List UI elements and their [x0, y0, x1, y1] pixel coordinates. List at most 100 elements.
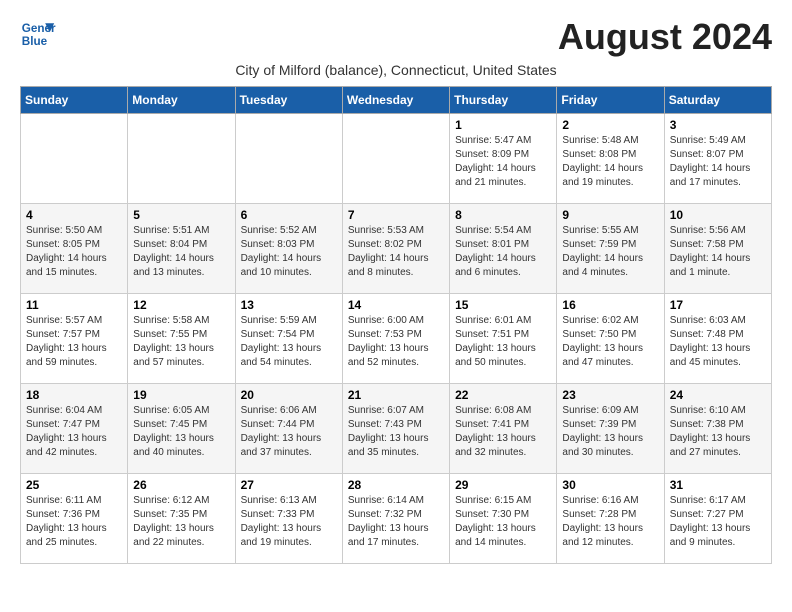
header-friday: Friday [557, 87, 664, 114]
day-info: Sunrise: 6:04 AM Sunset: 7:47 PM Dayligh… [26, 404, 122, 460]
calendar-cell: 19Sunrise: 6:05 AM Sunset: 7:45 PM Dayli… [128, 384, 235, 474]
calendar-cell: 4 Sunrise: 5:50 AM Sunset: 8:05 PM Daylig… [21, 204, 128, 294]
day-info: Sunrise: 6:09 AM Sunset: 7:39 PM Dayligh… [562, 404, 658, 460]
calendar-cell: 28 Sunrise: 6:14 AM Sunset: 7:32 PM Dayli… [342, 474, 449, 564]
day-number: 25 [26, 478, 122, 492]
day-info: Sunrise: 5:57 AM Sunset: 7:57 PM Dayligh… [26, 314, 122, 370]
day-number: 5 [133, 208, 229, 222]
day-info: Sunrise: 6:02 AM Sunset: 7:50 PM Dayligh… [562, 314, 658, 370]
day-number: 6 [241, 208, 337, 222]
svg-text:Blue: Blue [22, 35, 48, 48]
day-number: 21 [348, 388, 444, 402]
day-number: 16 [562, 298, 658, 312]
day-number: 15 [455, 298, 551, 312]
calendar-cell: 3Sunrise: 5:49 AM Sunset: 8:07 PM Daylig… [664, 114, 771, 204]
day-number: 26 [133, 478, 229, 492]
day-number: 7 [348, 208, 444, 222]
day-number: 8 [455, 208, 551, 222]
day-info: Sunrise: 6:10 AM Sunset: 7:38 PM Dayligh… [670, 404, 766, 460]
day-info: Sunrise: 5:50 AM Sunset: 8:05 PM Dayligh… [26, 224, 122, 280]
calendar-cell: 13 Sunrise: 5:59 AM Sunset: 7:54 PM Dayli… [235, 294, 342, 384]
calendar-cell: 20 Sunrise: 6:06 AM Sunset: 7:44 PM Dayli… [235, 384, 342, 474]
calendar-cell: 21 Sunrise: 6:07 AM Sunset: 7:43 PM Dayli… [342, 384, 449, 474]
day-info: Sunrise: 5:52 AM Sunset: 8:03 PM Dayligh… [241, 224, 337, 280]
day-number: 12 [133, 298, 229, 312]
day-info: Sunrise: 5:58 AM Sunset: 7:55 PM Dayligh… [133, 314, 229, 370]
calendar-cell: 1 Sunrise: 5:47 AM Sunset: 8:09 PM Daylig… [450, 114, 557, 204]
day-info: Sunrise: 5:48 AM Sunset: 8:08 PM Dayligh… [562, 134, 658, 190]
header-thursday: Thursday [450, 87, 557, 114]
day-number: 28 [348, 478, 444, 492]
day-info: Sunrise: 5:56 AM Sunset: 7:58 PM Dayligh… [670, 224, 766, 280]
calendar-cell: 16 Sunrise: 6:02 AM Sunset: 7:50 PM Dayli… [557, 294, 664, 384]
day-info: Sunrise: 6:11 AM Sunset: 7:36 PM Dayligh… [26, 494, 122, 550]
calendar-week-2: 4 Sunrise: 5:50 AM Sunset: 8:05 PM Daylig… [21, 204, 772, 294]
header-wednesday: Wednesday [342, 87, 449, 114]
day-info: Sunrise: 6:08 AM Sunset: 7:41 PM Dayligh… [455, 404, 551, 460]
day-number: 17 [670, 298, 766, 312]
calendar-cell: 31Sunrise: 6:17 AM Sunset: 7:27 PM Dayli… [664, 474, 771, 564]
day-number: 14 [348, 298, 444, 312]
calendar-cell: 29 Sunrise: 6:15 AM Sunset: 7:30 PM Dayli… [450, 474, 557, 564]
day-number: 1 [455, 118, 551, 132]
day-info: Sunrise: 6:15 AM Sunset: 7:30 PM Dayligh… [455, 494, 551, 550]
calendar-cell [128, 114, 235, 204]
calendar-cell: 24 Sunrise: 6:10 AM Sunset: 7:38 PM Dayli… [664, 384, 771, 474]
calendar-cell: 7Sunrise: 5:53 AM Sunset: 8:02 PM Daylig… [342, 204, 449, 294]
day-info: Sunrise: 6:13 AM Sunset: 7:33 PM Dayligh… [241, 494, 337, 550]
header-saturday: Saturday [664, 87, 771, 114]
day-number: 11 [26, 298, 122, 312]
calendar-cell: 30Sunrise: 6:16 AM Sunset: 7:28 PM Dayli… [557, 474, 664, 564]
day-info: Sunrise: 6:00 AM Sunset: 7:53 PM Dayligh… [348, 314, 444, 370]
day-number: 13 [241, 298, 337, 312]
calendar-cell: 22 Sunrise: 6:08 AM Sunset: 7:41 PM Dayli… [450, 384, 557, 474]
calendar-cell: 9Sunrise: 5:55 AM Sunset: 7:59 PM Daylig… [557, 204, 664, 294]
calendar-week-3: 11 Sunrise: 5:57 AM Sunset: 7:57 PM Dayli… [21, 294, 772, 384]
logo-icon: General Blue [20, 16, 56, 52]
day-number: 24 [670, 388, 766, 402]
calendar-cell: 14 Sunrise: 6:00 AM Sunset: 7:53 PM Dayli… [342, 294, 449, 384]
calendar-cell: 17Sunrise: 6:03 AM Sunset: 7:48 PM Dayli… [664, 294, 771, 384]
calendar-cell: 2 Sunrise: 5:48 AM Sunset: 8:08 PM Daylig… [557, 114, 664, 204]
day-info: Sunrise: 5:47 AM Sunset: 8:09 PM Dayligh… [455, 134, 551, 190]
day-info: Sunrise: 6:05 AM Sunset: 7:45 PM Dayligh… [133, 404, 229, 460]
calendar-subtitle: City of Milford (balance), Connecticut, … [20, 62, 772, 78]
calendar-week-1: 1 Sunrise: 5:47 AM Sunset: 8:09 PM Daylig… [21, 114, 772, 204]
calendar-week-5: 25 Sunrise: 6:11 AM Sunset: 7:36 PM Dayli… [21, 474, 772, 564]
calendar-cell: 5 Sunrise: 5:51 AM Sunset: 8:04 PM Daylig… [128, 204, 235, 294]
day-info: Sunrise: 6:07 AM Sunset: 7:43 PM Dayligh… [348, 404, 444, 460]
day-info: Sunrise: 5:59 AM Sunset: 7:54 PM Dayligh… [241, 314, 337, 370]
calendar-cell: 26Sunrise: 6:12 AM Sunset: 7:35 PM Dayli… [128, 474, 235, 564]
day-header-row: Sunday Monday Tuesday Wednesday Thursday… [21, 87, 772, 114]
day-info: Sunrise: 6:14 AM Sunset: 7:32 PM Dayligh… [348, 494, 444, 550]
calendar-week-4: 18Sunrise: 6:04 AM Sunset: 7:47 PM Dayli… [21, 384, 772, 474]
calendar-cell: 27Sunrise: 6:13 AM Sunset: 7:33 PM Dayli… [235, 474, 342, 564]
day-number: 4 [26, 208, 122, 222]
day-number: 31 [670, 478, 766, 492]
day-number: 20 [241, 388, 337, 402]
calendar-cell: 15 Sunrise: 6:01 AM Sunset: 7:51 PM Dayli… [450, 294, 557, 384]
day-number: 2 [562, 118, 658, 132]
calendar-cell [21, 114, 128, 204]
day-info: Sunrise: 6:06 AM Sunset: 7:44 PM Dayligh… [241, 404, 337, 460]
day-info: Sunrise: 5:49 AM Sunset: 8:07 PM Dayligh… [670, 134, 766, 190]
day-info: Sunrise: 5:51 AM Sunset: 8:04 PM Dayligh… [133, 224, 229, 280]
calendar-cell [235, 114, 342, 204]
day-number: 22 [455, 388, 551, 402]
calendar-cell: 12 Sunrise: 5:58 AM Sunset: 7:55 PM Dayli… [128, 294, 235, 384]
calendar-cell: 10 Sunrise: 5:56 AM Sunset: 7:58 PM Dayli… [664, 204, 771, 294]
header-sunday: Sunday [21, 87, 128, 114]
header-monday: Monday [128, 87, 235, 114]
day-info: Sunrise: 5:55 AM Sunset: 7:59 PM Dayligh… [562, 224, 658, 280]
day-number: 29 [455, 478, 551, 492]
calendar-cell: 11 Sunrise: 5:57 AM Sunset: 7:57 PM Dayli… [21, 294, 128, 384]
header-tuesday: Tuesday [235, 87, 342, 114]
page-header: General Blue August 2024 [20, 16, 772, 58]
calendar-cell: 23Sunrise: 6:09 AM Sunset: 7:39 PM Dayli… [557, 384, 664, 474]
day-info: Sunrise: 6:01 AM Sunset: 7:51 PM Dayligh… [455, 314, 551, 370]
day-number: 10 [670, 208, 766, 222]
calendar-cell: 8Sunrise: 5:54 AM Sunset: 8:01 PM Daylig… [450, 204, 557, 294]
calendar-cell: 25 Sunrise: 6:11 AM Sunset: 7:36 PM Dayli… [21, 474, 128, 564]
month-title: August 2024 [558, 16, 772, 58]
calendar-cell: 18Sunrise: 6:04 AM Sunset: 7:47 PM Dayli… [21, 384, 128, 474]
